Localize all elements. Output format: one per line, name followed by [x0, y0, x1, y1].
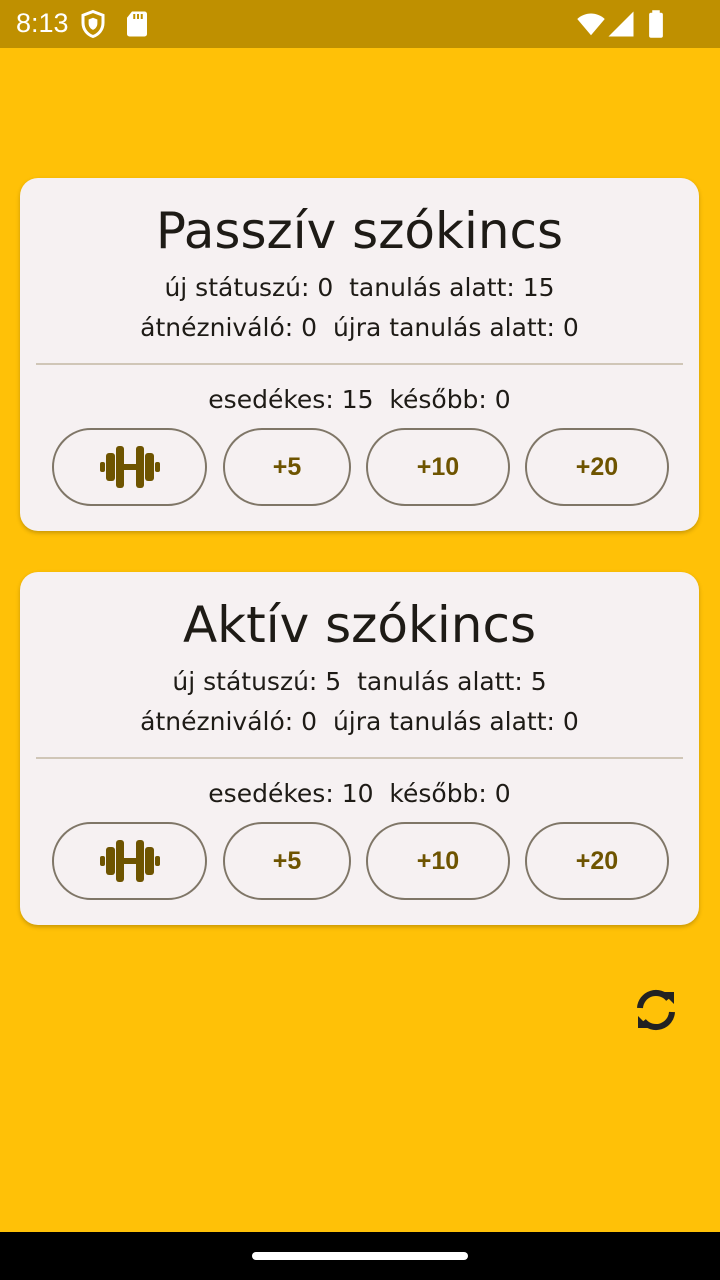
card-title: Aktív szókincs — [182, 596, 537, 654]
train-button[interactable] — [52, 822, 207, 900]
train-button[interactable] — [52, 428, 207, 506]
review-counts-line: átnézniváló: 0 újra tanulás alatt: 0 — [140, 313, 579, 342]
status-bar: 8:13 — [0, 0, 720, 48]
review-counts-line: átnézniváló: 0 újra tanulás alatt: 0 — [140, 707, 579, 736]
active-vocabulary-card: Aktív szókincs új státuszú: 5 tanulás al… — [20, 572, 699, 925]
add-10-button[interactable]: +10 — [366, 822, 510, 900]
divider — [36, 363, 683, 365]
signal-icon — [606, 9, 636, 39]
add-20-button[interactable]: +20 — [525, 822, 669, 900]
passive-vocabulary-card: Passzív szókincs új státuszú: 0 tanulás … — [20, 178, 699, 531]
status-counts-line: új státuszú: 5 tanulás alatt: 5 — [172, 667, 547, 696]
dumbbell-icon — [99, 839, 160, 883]
add-10-button[interactable]: +10 — [366, 428, 510, 506]
navigation-bar — [0, 1232, 720, 1280]
due-counts-line: esedékes: 10 később: 0 — [208, 779, 511, 808]
add-5-button[interactable]: +5 — [223, 428, 351, 506]
shield-icon — [78, 9, 108, 39]
add-5-button[interactable]: +5 — [223, 822, 351, 900]
home-handle[interactable] — [252, 1252, 468, 1260]
status-time: 8:13 — [16, 8, 69, 38]
status-counts-line: új státuszú: 0 tanulás alatt: 15 — [164, 273, 555, 302]
refresh-icon — [632, 986, 680, 1039]
card-title: Passzív szókincs — [155, 202, 564, 260]
divider — [36, 757, 683, 759]
wifi-icon — [574, 9, 608, 39]
sd-card-icon — [122, 9, 152, 39]
due-counts-line: esedékes: 15 később: 0 — [208, 385, 511, 414]
add-20-button[interactable]: +20 — [525, 428, 669, 506]
refresh-button[interactable] — [628, 984, 684, 1040]
dumbbell-icon — [99, 445, 160, 489]
battery-icon — [641, 9, 671, 39]
